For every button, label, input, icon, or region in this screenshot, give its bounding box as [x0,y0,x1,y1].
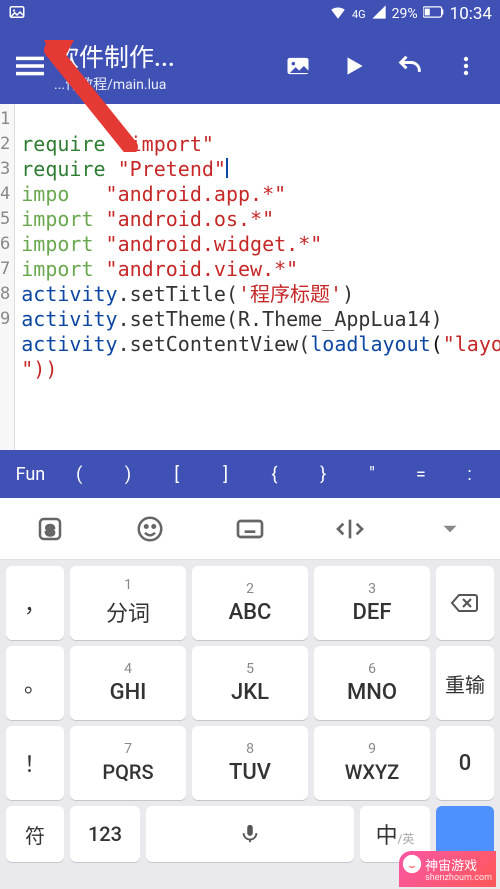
key-comma[interactable]: ， [6,566,64,640]
keyboard-icon[interactable] [220,509,280,549]
qb-rbracket[interactable]: ] [211,464,241,485]
key-retype[interactable]: 重输 [436,646,494,720]
mic-icon [239,823,261,845]
cursor-move-icon[interactable] [320,509,380,549]
status-bar: 4G 29% 10:34 [0,0,500,28]
wifi-icon [329,3,347,25]
undo-icon[interactable] [394,50,426,82]
key-7-pqrs[interactable]: 7PQRS [70,726,186,800]
battery-icon [423,6,445,22]
key-1[interactable]: 1分词 [70,566,186,640]
keyboard: ， 1分词 2ABC 3DEF 。 4GHI 5JKL 6MNO 重输 ！ 7P… [0,560,500,889]
key-4-ghi[interactable]: 4GHI [70,646,186,720]
qb-fun[interactable]: Fun [15,464,45,485]
symbol-quickbar: Fun ( ) [ ] { } " = : [0,450,500,498]
key-exclaim[interactable]: ！ [6,726,64,800]
key-period[interactable]: 。 [6,646,64,720]
key-5-jkl[interactable]: 5JKL [192,646,308,720]
code-editor[interactable]: 1 2 3 4 5 6 7 8 9 require "import" requi… [0,104,500,450]
line-gutter: 1 2 3 4 5 6 7 8 9 [0,104,15,450]
qb-rparen[interactable]: ) [113,464,143,485]
text-cursor [226,158,228,178]
key-symbols[interactable]: 符 [6,806,64,862]
key-backspace[interactable] [436,566,494,640]
key-9-wxyz[interactable]: 9WXYZ [314,726,430,800]
app-subtitle: ...作教程/main.lua [54,74,278,94]
key-2-abc[interactable]: 2ABC [192,566,308,640]
qb-colon[interactable]: : [455,464,485,485]
play-icon[interactable] [338,50,370,82]
key-123[interactable]: 123 [70,806,140,862]
watermark-icon [401,853,423,875]
qb-equal[interactable]: = [406,464,436,485]
svg-text:S: S [45,521,54,539]
ime-logo-icon[interactable]: S [20,509,80,549]
clock: 10:34 [450,4,492,24]
qb-lparen[interactable]: ( [64,464,94,485]
qb-lbracket[interactable]: [ [162,464,192,485]
code-content[interactable]: require "import" require "Pretend" impo … [15,104,500,450]
key-8-tuv[interactable]: 8TUV [192,726,308,800]
ime-toolbar: S [0,498,500,560]
key-space[interactable] [146,806,354,862]
signal-icon [371,4,387,24]
network-type: 4G [352,8,366,21]
key-6-mno[interactable]: 6MNO [314,646,430,720]
watermark: 神宙游戏 shenzhoum.com [399,851,496,887]
menu-button[interactable] [6,52,54,80]
qb-quote[interactable]: " [357,464,387,485]
image-icon[interactable] [282,50,314,82]
qb-lbrace[interactable]: { [259,464,289,485]
more-icon[interactable] [450,50,482,82]
key-0[interactable]: 0 [436,726,494,800]
battery-percent: 29% [392,6,418,22]
collapse-keyboard-icon[interactable] [420,509,480,549]
key-3-def[interactable]: 3DEF [314,566,430,640]
app-bar: 软件制作... ...作教程/main.lua [0,28,500,104]
emoji-icon[interactable] [120,509,180,549]
app-title: 软件制作... [54,38,278,74]
gallery-notif-icon [8,3,26,25]
qb-rbrace[interactable]: } [308,464,338,485]
